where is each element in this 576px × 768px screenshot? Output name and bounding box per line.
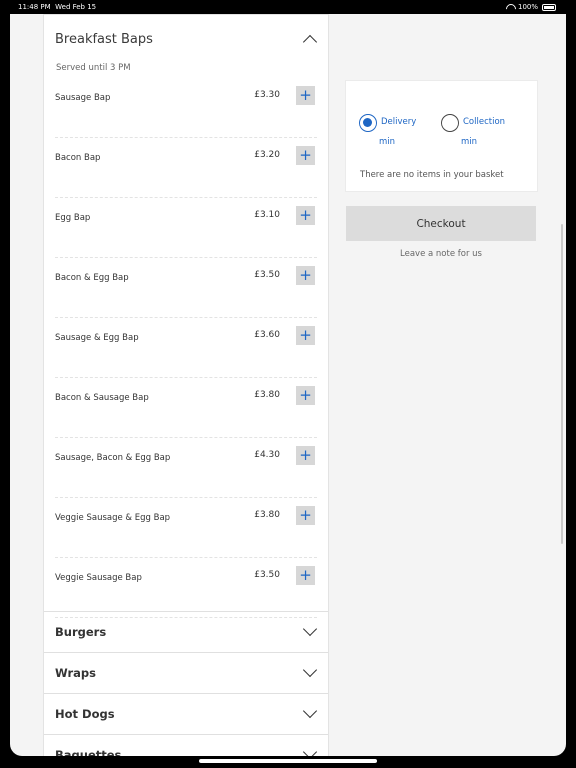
menu-item-row: Bacon Bap £3.20 + (44, 138, 328, 198)
checkout-button[interactable]: Checkout (346, 206, 536, 241)
category-title: Wraps (55, 666, 96, 680)
chevron-up-icon[interactable] (302, 34, 318, 50)
menu-item-price: £3.80 (254, 510, 280, 520)
collection-min-label: min (461, 137, 478, 147)
delivery-label[interactable]: Delivery (381, 117, 416, 127)
plus-icon: + (299, 86, 312, 104)
leave-note-link[interactable]: Leave a note for us (346, 249, 536, 259)
chevron-down-icon[interactable] (302, 621, 318, 637)
menu-item-price: £3.10 (254, 210, 280, 220)
category-title: Hot Dogs (55, 707, 115, 721)
home-indicator[interactable] (199, 759, 377, 763)
menu-item-price: £3.50 (254, 570, 280, 580)
status-time: 11:48 PM (18, 3, 51, 11)
category-header[interactable]: Wraps (44, 652, 328, 693)
menu-item-price: £3.60 (254, 330, 280, 340)
menu-item-name: Bacon & Egg Bap (55, 273, 129, 283)
plus-icon: + (299, 566, 312, 584)
plus-icon: + (299, 326, 312, 344)
menu-item-name: Veggie Sausage & Egg Bap (55, 513, 171, 523)
category-list: Burgers Wraps Hot Dogs Baguettes (44, 611, 328, 756)
collection-label[interactable]: Collection (463, 117, 505, 127)
menu-item-price: £3.80 (254, 390, 280, 400)
add-item-button[interactable]: + (296, 326, 315, 345)
menu-item-row: Sausage Bap £3.30 + (44, 78, 328, 138)
plus-icon: + (299, 206, 312, 224)
menu-item-row: Egg Bap £3.10 + (44, 198, 328, 258)
menu-item-price: £4.30 (254, 450, 280, 460)
chevron-down-icon[interactable] (302, 744, 318, 756)
category-title: Baguettes (55, 748, 122, 756)
plus-icon: + (299, 446, 312, 464)
menu-item-row: Sausage, Bacon & Egg Bap £4.30 + (44, 438, 328, 498)
section-header-breakfast-baps[interactable]: Breakfast Baps (44, 14, 328, 54)
add-item-button[interactable]: + (296, 206, 315, 225)
menu-item-price: £3.20 (254, 150, 280, 160)
delivery-min-label: min (379, 137, 396, 147)
menu-item-row: Bacon & Egg Bap £3.50 + (44, 258, 328, 318)
menu-item-name: Sausage Bap (55, 93, 111, 103)
wifi-icon (506, 4, 514, 10)
menu-item-row: Sausage & Egg Bap £3.60 + (44, 318, 328, 378)
basket-panel: Delivery min Collection min There are no… (345, 80, 538, 192)
menu-item-name: Sausage, Bacon & Egg Bap (55, 453, 171, 463)
category-header[interactable]: Hot Dogs (44, 693, 328, 734)
plus-icon: + (299, 146, 312, 164)
add-item-button[interactable]: + (296, 386, 315, 405)
add-item-button[interactable]: + (296, 506, 315, 525)
status-date: Wed Feb 15 (55, 3, 97, 11)
category-title: Burgers (55, 625, 107, 639)
status-right: 100% (506, 3, 556, 11)
battery-icon (542, 3, 556, 11)
menu-panel[interactable]: Breakfast Baps Served until 3 PM Sausage… (43, 14, 329, 756)
delivery-radio[interactable] (359, 114, 377, 132)
category-header[interactable]: Baguettes (44, 734, 328, 756)
menu-item-row: Veggie Sausage Bap £3.50 + (44, 558, 328, 618)
add-item-button[interactable]: + (296, 266, 315, 285)
menu-item-name: Sausage & Egg Bap (55, 333, 139, 343)
menu-item-name: Veggie Sausage Bap (55, 573, 142, 583)
add-item-button[interactable]: + (296, 566, 315, 585)
scrollbar[interactable] (561, 224, 563, 544)
status-bar: 11:48 PM Wed Feb 15 100% (0, 0, 576, 14)
menu-item-list: Sausage Bap £3.30 + Bacon Bap £3.20 + Egg Bap £… (44, 78, 328, 618)
section-title: Breakfast Baps (55, 32, 153, 47)
category-header[interactable]: Burgers (44, 611, 328, 652)
basket-empty-text: There are no items in your basket (360, 170, 504, 180)
menu-item-row: Veggie Sausage & Egg Bap £3.80 + (44, 498, 328, 558)
chevron-down-icon[interactable] (302, 662, 318, 678)
status-time-date: 11:48 PM Wed Feb 15 (18, 3, 96, 11)
add-item-button[interactable]: + (296, 146, 315, 165)
plus-icon: + (299, 506, 312, 524)
add-item-button[interactable]: + (296, 446, 315, 465)
menu-item-name: Bacon Bap (55, 153, 101, 163)
plus-icon: + (299, 266, 312, 284)
add-item-button[interactable]: + (296, 86, 315, 105)
battery-percent: 100% (517, 3, 538, 11)
menu-item-row: Bacon & Sausage Bap £3.80 + (44, 378, 328, 438)
menu-item-price: £3.30 (254, 90, 280, 100)
chevron-down-icon[interactable] (302, 703, 318, 719)
menu-item-price: £3.50 (254, 270, 280, 280)
section-subtitle: Served until 3 PM (56, 63, 131, 73)
menu-item-name: Bacon & Sausage Bap (55, 393, 149, 403)
menu-item-name: Egg Bap (55, 213, 91, 223)
plus-icon: + (299, 386, 312, 404)
app-screen: Breakfast Baps Served until 3 PM Sausage… (10, 14, 566, 756)
collection-radio[interactable] (441, 114, 459, 132)
